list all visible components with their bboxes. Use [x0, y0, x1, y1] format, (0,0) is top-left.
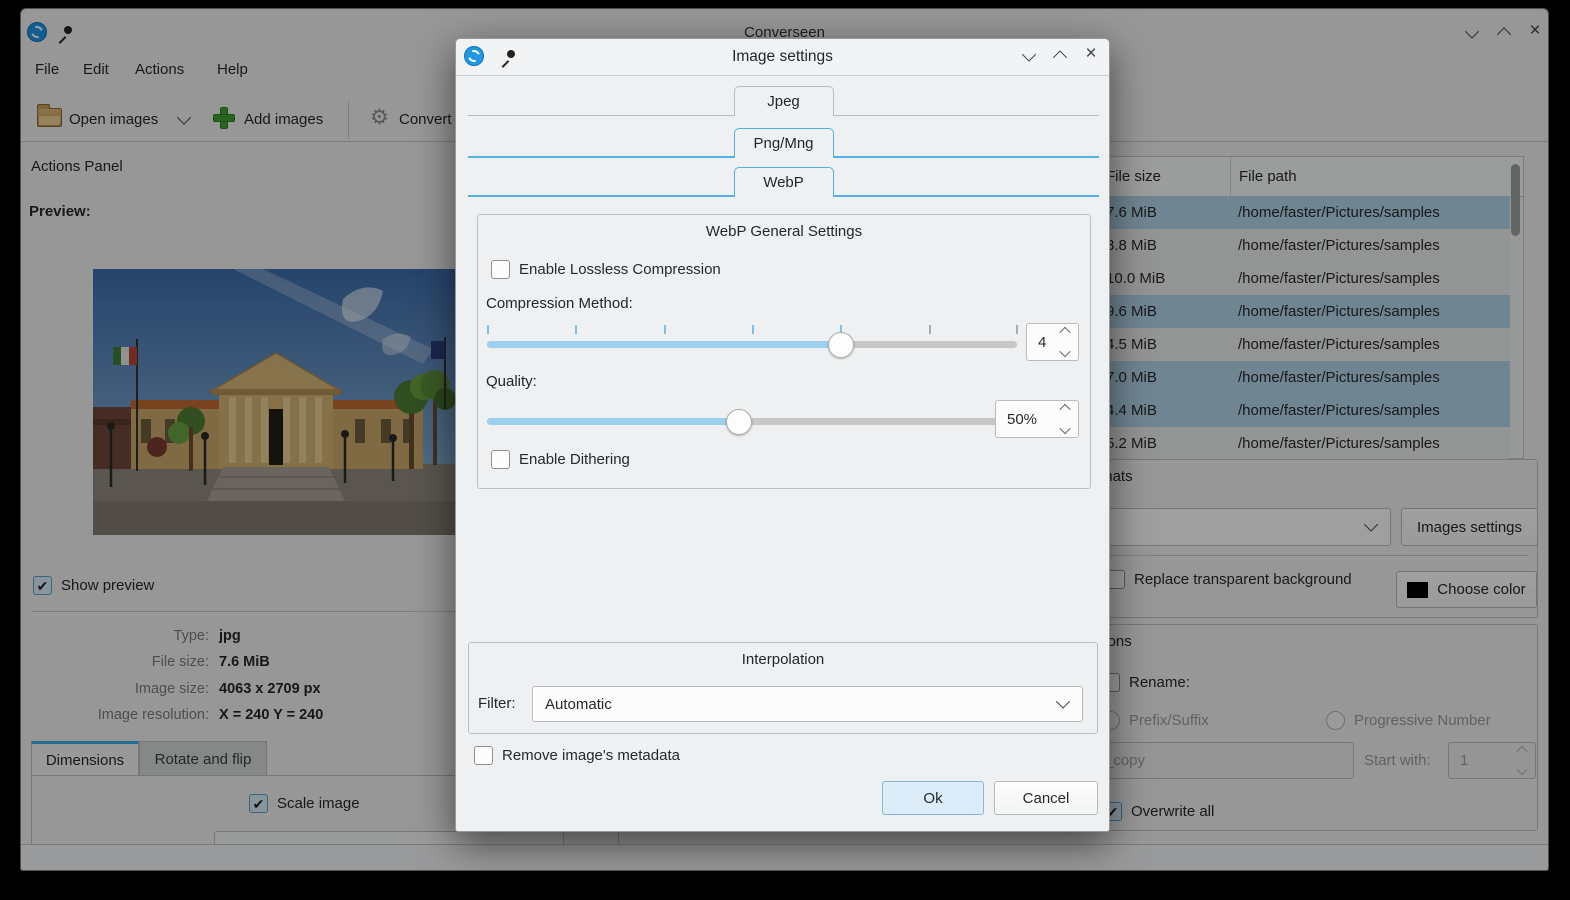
- info-row: Type:jpg: [21, 628, 471, 650]
- cancel-button[interactable]: Cancel: [994, 781, 1098, 815]
- table-scrollbar[interactable]: [1511, 160, 1521, 455]
- chevron-down-icon: [1056, 695, 1070, 709]
- tab-jpeg-row: Jpeg: [468, 86, 1099, 116]
- check-icon: ✔: [37, 579, 49, 593]
- scrollbar-thumb[interactable]: [1511, 164, 1520, 236]
- close-button[interactable]: ×: [1526, 22, 1544, 40]
- dialog-close-button[interactable]: ×: [1082, 45, 1100, 63]
- checkbox-box: ✔: [33, 576, 52, 595]
- prefix-suffix-radio[interactable]: Prefix/Suffix: [1101, 711, 1209, 730]
- toolbar-separator: [348, 101, 349, 139]
- start-with-label: Start with:: [1364, 752, 1431, 769]
- checkbox-box: ✔: [249, 794, 268, 813]
- menu-actions[interactable]: Actions: [135, 61, 184, 78]
- show-preview-label: Show preview: [61, 577, 154, 594]
- check-icon: ✔: [253, 797, 265, 811]
- compression-method-slider[interactable]: [487, 327, 1017, 357]
- quality-spinbox[interactable]: 50%: [995, 400, 1079, 438]
- color-swatch: [1407, 582, 1428, 598]
- spin-arrows[interactable]: [1516, 746, 1528, 775]
- remove-metadata-checkbox[interactable]: ✔ Remove image's metadata: [474, 746, 680, 765]
- overwrite-all-checkbox[interactable]: ✔ Overwrite all: [1103, 802, 1214, 821]
- quality-slider[interactable]: [487, 404, 1017, 434]
- slider-fill: [487, 341, 841, 348]
- panel-divider: [31, 611, 469, 612]
- info-row: Image size:4063 x 2709 px: [21, 681, 471, 703]
- dialog-maximize-button[interactable]: [1051, 47, 1069, 65]
- compression-method-label: Compression Method:: [486, 295, 633, 312]
- maximize-button[interactable]: [1495, 24, 1513, 42]
- show-preview-checkbox[interactable]: ✔ Show preview: [33, 576, 154, 595]
- enable-dithering-checkbox[interactable]: ✔ Enable Dithering: [491, 450, 630, 469]
- checkbox-box: ✔: [491, 450, 510, 469]
- ok-button[interactable]: Ok: [882, 781, 984, 815]
- scale-image-label: Scale image: [277, 795, 360, 812]
- replace-transparent-bg-checkbox[interactable]: ✔ Replace transparent background: [1106, 570, 1352, 589]
- checkbox-box: ✔: [474, 746, 493, 765]
- add-images-icon: [213, 107, 235, 129]
- tab-jpeg[interactable]: Jpeg: [734, 86, 834, 116]
- info-row: Image resolution:X = 240 Y = 240: [21, 707, 471, 729]
- dithering-label: Enable Dithering: [519, 451, 630, 468]
- menu-file[interactable]: File: [35, 61, 59, 78]
- menu-help[interactable]: Help: [217, 61, 248, 78]
- tab-png-mng-row: Png/Mng: [468, 128, 1099, 158]
- tab-webp-row: WebP: [468, 167, 1099, 197]
- lossless-compression-checkbox[interactable]: ✔ Enable Lossless Compression: [491, 260, 721, 279]
- tab-dimensions[interactable]: Dimensions: [31, 741, 139, 776]
- filter-label: Filter:: [478, 695, 516, 712]
- open-images-dropdown-icon[interactable]: [177, 111, 191, 125]
- spin-arrows[interactable]: [1059, 404, 1071, 434]
- minimize-button[interactable]: [1463, 24, 1481, 42]
- rename-checkbox[interactable]: ✔ Rename:: [1101, 673, 1190, 692]
- actions-panel-title: Actions Panel: [31, 158, 123, 175]
- add-images-button[interactable]: Add images: [244, 111, 323, 128]
- filter-combobox[interactable]: Automatic: [532, 686, 1083, 722]
- column-file-path[interactable]: File path: [1230, 157, 1523, 196]
- progressive-number-radio[interactable]: Progressive Number: [1326, 711, 1491, 730]
- open-images-button[interactable]: Open images: [69, 111, 158, 128]
- tab-rotate-and-flip[interactable]: Rotate and flip: [139, 741, 267, 776]
- radio-circle: [1326, 711, 1345, 730]
- chevron-down-icon: [1364, 518, 1378, 532]
- overwrite-all-label: Overwrite all: [1131, 803, 1214, 820]
- image-settings-dialog: Image settings × Jpeg Png/Mng WebP WebP …: [455, 38, 1110, 832]
- screen: Converseen × File Edit Actions Help Open…: [0, 0, 1570, 900]
- convert-button[interactable]: Convert: [399, 111, 452, 128]
- open-folder-icon: [37, 108, 62, 127]
- dialog-titlebar[interactable]: Image settings ×: [456, 39, 1109, 76]
- lossless-label: Enable Lossless Compression: [519, 261, 721, 278]
- slider-handle[interactable]: [828, 332, 854, 358]
- slider-handle[interactable]: [726, 409, 752, 435]
- rename-label: Rename:: [1129, 674, 1190, 691]
- images-settings-button[interactable]: Images settings: [1401, 508, 1538, 546]
- webp-group-title: WebP General Settings: [478, 223, 1090, 240]
- spin-arrows[interactable]: [1059, 327, 1071, 357]
- preview-image: [93, 269, 459, 535]
- remove-metadata-label: Remove image's metadata: [502, 747, 680, 764]
- dialog-minimize-button[interactable]: [1020, 47, 1038, 65]
- start-with-spinbox[interactable]: 1: [1448, 742, 1536, 779]
- compression-spinbox[interactable]: 4: [1026, 323, 1079, 361]
- tab-png-mng[interactable]: Png/Mng: [734, 128, 834, 158]
- interpolation-title: Interpolation: [469, 651, 1097, 668]
- rename-text-field[interactable]: _copy: [1096, 742, 1354, 779]
- tab-webp[interactable]: WebP: [734, 167, 834, 197]
- column-file-size[interactable]: File size: [1100, 157, 1236, 196]
- slider-fill: [487, 418, 739, 425]
- preview-label: Preview:: [29, 203, 91, 220]
- convert-gear-icon: ⚙: [370, 107, 389, 129]
- choose-color-button[interactable]: Choose color: [1396, 571, 1537, 608]
- quality-label: Quality:: [486, 373, 537, 390]
- checkbox-box: ✔: [491, 260, 510, 279]
- scale-image-checkbox[interactable]: ✔ Scale image: [249, 794, 360, 813]
- info-row: File size:7.6 MiB: [21, 654, 471, 676]
- dialog-title: Image settings: [456, 48, 1109, 66]
- menu-edit[interactable]: Edit: [83, 61, 109, 78]
- replace-bg-label: Replace transparent background: [1134, 571, 1352, 588]
- status-bar: [21, 844, 1548, 870]
